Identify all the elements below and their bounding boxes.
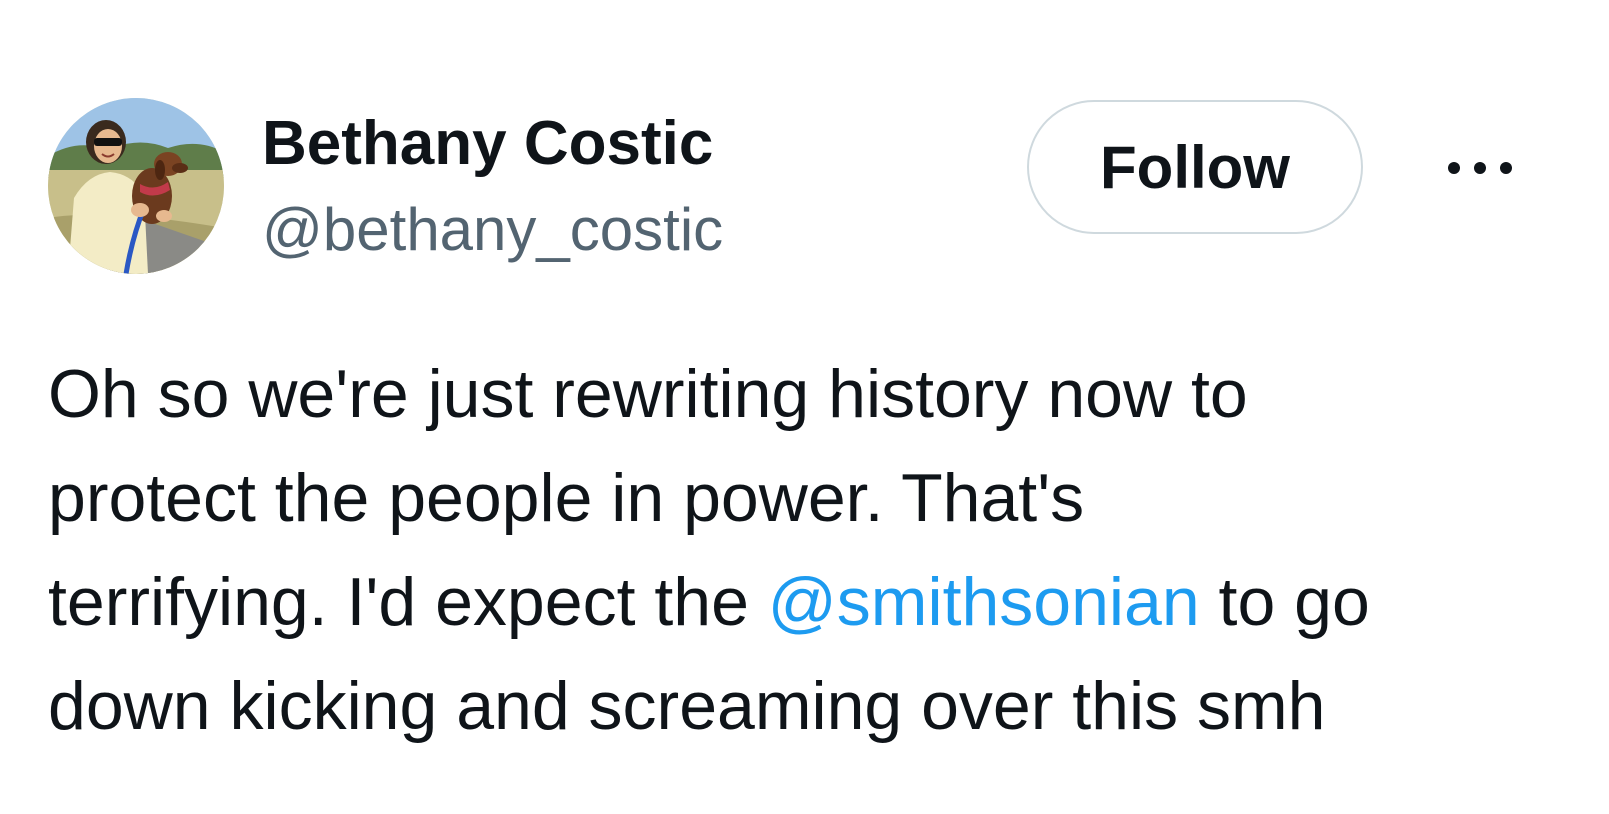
mention-link-smithsonian[interactable]: @smithsonian (768, 564, 1200, 640)
tweet-text-line: down kicking and screaming over this smh (48, 668, 1326, 744)
avatar[interactable] (48, 98, 224, 274)
more-horizontal-icon (1448, 162, 1512, 174)
profile-photo-icon (48, 98, 224, 274)
tweet-card: Bethany Costic @bethany_costic Follow Oh… (0, 0, 1609, 814)
more-options-button[interactable] (1440, 140, 1520, 196)
tweet-text-line: protect the people in power. That's (48, 460, 1085, 536)
tweet-text-line: terrifying. I'd expect the @smithsonian … (48, 550, 1578, 654)
author-display-name[interactable]: Bethany Costic (262, 108, 713, 180)
tweet-text: Oh so we're just rewriting history now t… (48, 342, 1578, 758)
follow-button[interactable]: Follow (1027, 100, 1363, 234)
tweet-text-segment: to go (1199, 564, 1370, 640)
tweet-text-line: Oh so we're just rewriting history now t… (48, 356, 1248, 432)
tweet-text-segment: terrifying. I'd expect the (48, 564, 768, 640)
author-handle[interactable]: @bethany_costic (262, 194, 723, 266)
